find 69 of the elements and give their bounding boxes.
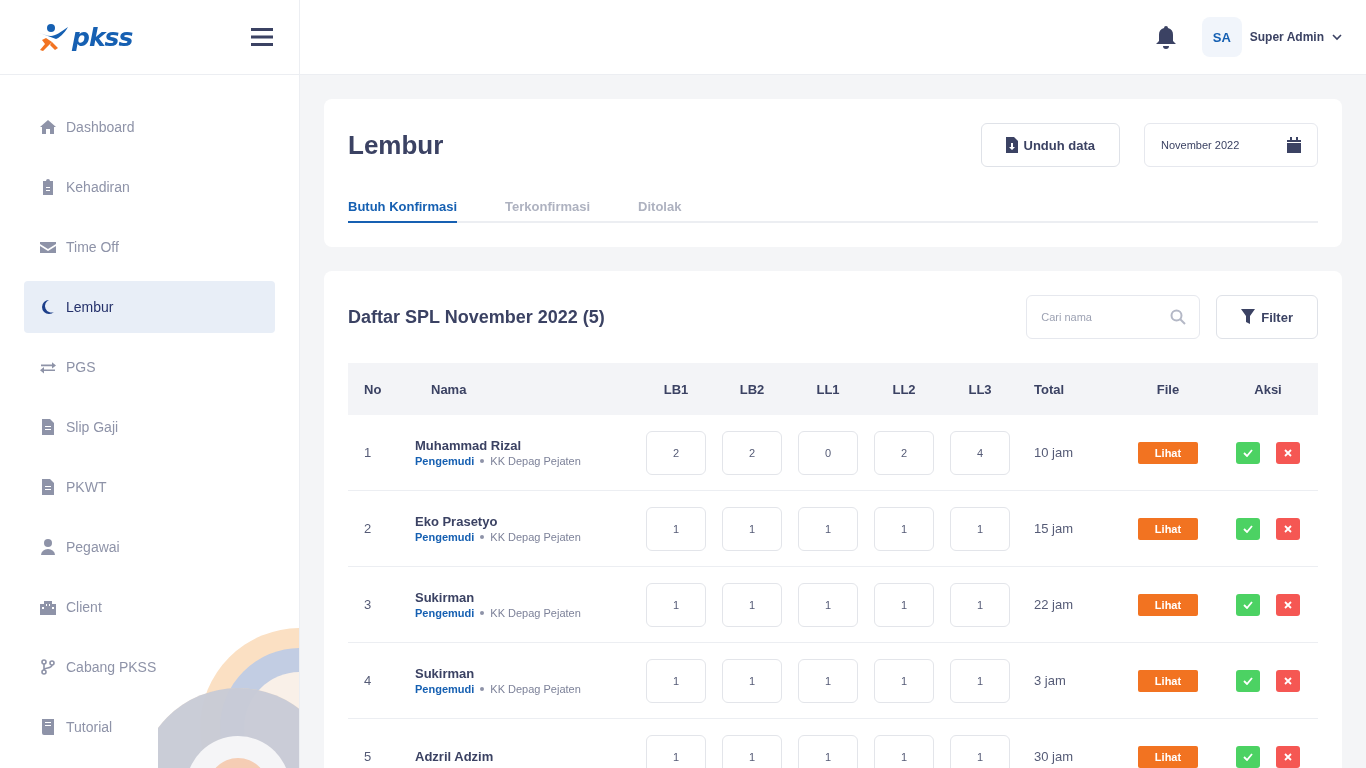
- employee-name: Sukirman: [415, 666, 475, 681]
- column-header: LB1: [638, 363, 714, 415]
- column-header: Nama: [415, 363, 638, 415]
- role-link[interactable]: Pengemudi: [415, 683, 475, 695]
- row-number: 4: [364, 673, 372, 688]
- column-header: No: [348, 363, 415, 415]
- hours-field[interactable]: 1: [722, 658, 782, 703]
- sidebar-item[interactable]: Lembur: [24, 281, 275, 333]
- row-number: 2: [364, 521, 372, 536]
- month-field[interactable]: November 2022: [1144, 123, 1318, 167]
- column-header: Total: [1018, 363, 1118, 415]
- column-header: File: [1118, 363, 1218, 415]
- hours-field[interactable]: 1: [798, 582, 858, 627]
- logo-text: pkss: [72, 22, 133, 52]
- filter-button[interactable]: Filter: [1216, 295, 1318, 339]
- hours-field[interactable]: 1: [950, 582, 1010, 627]
- hours-field[interactable]: 1: [874, 582, 934, 627]
- hours-field[interactable]: 1: [798, 506, 858, 551]
- list-title: Daftar SPL November 2022 (5): [348, 306, 606, 328]
- column-header: LL2: [866, 363, 942, 415]
- user-avatar[interactable]: SA: [1201, 17, 1242, 57]
- hours-field[interactable]: 4: [950, 430, 1010, 475]
- user-name[interactable]: Super Admin: [1249, 30, 1324, 44]
- location-text: KK Depag Pejaten: [490, 607, 581, 619]
- total-hours: 15 jam: [1034, 521, 1074, 536]
- location-text: KK Depag Pejaten: [490, 455, 581, 467]
- hours-field[interactable]: 1: [950, 506, 1010, 551]
- hours-field[interactable]: 2: [874, 430, 934, 475]
- role-link[interactable]: Pengemudi: [415, 607, 475, 619]
- employee-name: Muhammad Rizal: [415, 438, 522, 453]
- hours-field[interactable]: 1: [874, 658, 934, 703]
- hours-field[interactable]: 1: [874, 506, 934, 551]
- hours-field[interactable]: 1: [874, 734, 934, 768]
- role-link[interactable]: Pengemudi: [415, 531, 475, 543]
- column-header: LB2: [714, 363, 790, 415]
- employee-name: Eko Prasetyo: [415, 514, 498, 529]
- hours-field[interactable]: 1: [722, 506, 782, 551]
- employee-name: Sukirman: [415, 590, 475, 605]
- total-hours: 3 jam: [1034, 673, 1066, 688]
- row-number: 3: [364, 597, 372, 612]
- hours-field[interactable]: 1: [722, 734, 782, 768]
- download-button[interactable]: Unduh data: [980, 123, 1120, 167]
- row-number: 1: [364, 445, 372, 460]
- column-header: LL3: [942, 363, 1018, 415]
- total-hours: 10 jam: [1034, 445, 1074, 460]
- search-field[interactable]: Cari nama: [1026, 295, 1201, 339]
- hours-field[interactable]: 1: [722, 582, 782, 627]
- hours-field[interactable]: 1: [950, 658, 1010, 703]
- employee-name: Adzril Adzim: [415, 749, 494, 764]
- hours-field[interactable]: 1: [646, 582, 706, 627]
- column-header: Aksi: [1218, 363, 1318, 415]
- column-header: LL1: [790, 363, 866, 415]
- hours-field[interactable]: 1: [646, 658, 706, 703]
- hours-field[interactable]: 1: [950, 734, 1010, 768]
- location-text: KK Depag Pejaten: [490, 531, 581, 543]
- page-title: Lembur: [348, 129, 445, 161]
- hours-field[interactable]: 1: [646, 734, 706, 768]
- role-link[interactable]: Pengemudi: [415, 455, 475, 467]
- total-hours: 30 jam: [1034, 749, 1074, 764]
- hours-field[interactable]: 0: [798, 430, 858, 475]
- hours-field[interactable]: 2: [722, 430, 782, 475]
- tab[interactable]: Butuh Konfirmasi: [348, 193, 458, 223]
- hours-field[interactable]: 1: [798, 658, 858, 703]
- hours-field[interactable]: 2: [646, 430, 706, 475]
- hours-field[interactable]: 1: [646, 506, 706, 551]
- total-hours: 22 jam: [1034, 597, 1074, 612]
- hours-field[interactable]: 1: [798, 734, 858, 768]
- row-number: 5: [364, 749, 372, 764]
- location-text: KK Depag Pejaten: [490, 683, 581, 695]
